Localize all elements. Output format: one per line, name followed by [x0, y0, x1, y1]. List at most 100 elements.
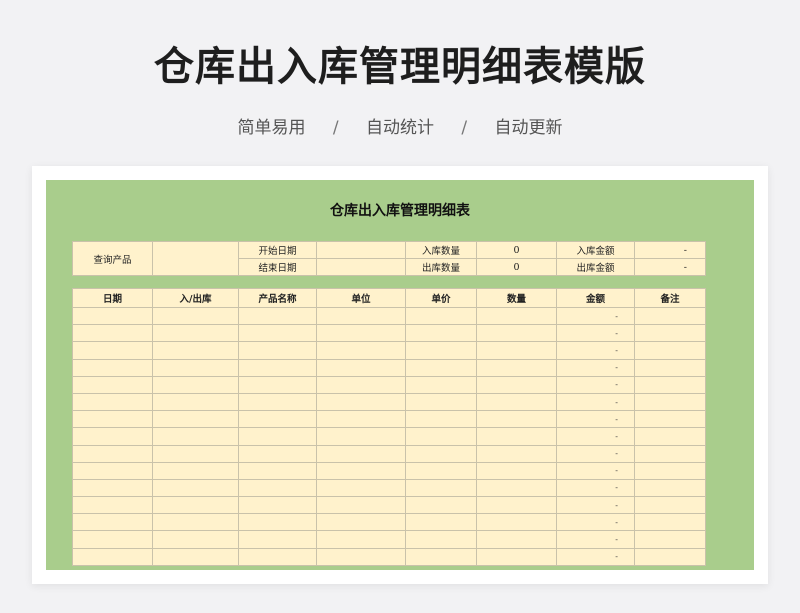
table-cell[interactable] — [634, 341, 706, 360]
table-cell[interactable] — [634, 427, 706, 446]
table-cell[interactable] — [72, 478, 153, 498]
table-cell[interactable] — [316, 444, 406, 463]
amount-cell[interactable]: - — [556, 530, 635, 549]
table-cell[interactable] — [316, 375, 406, 394]
table-cell[interactable] — [316, 358, 406, 377]
table-cell[interactable] — [238, 547, 317, 566]
table-cell[interactable] — [476, 427, 557, 446]
table-cell[interactable] — [238, 324, 317, 343]
table-cell[interactable] — [476, 513, 557, 532]
table-cell[interactable] — [152, 461, 239, 480]
table-cell[interactable] — [476, 306, 557, 326]
table-cell[interactable] — [405, 324, 477, 343]
amount-cell[interactable]: - — [556, 375, 635, 394]
table-cell[interactable] — [152, 513, 239, 532]
table-cell[interactable] — [72, 513, 153, 532]
table-cell[interactable] — [238, 410, 317, 429]
table-cell[interactable] — [238, 375, 317, 394]
table-cell[interactable] — [72, 547, 153, 566]
table-cell[interactable] — [476, 461, 557, 480]
table-cell[interactable] — [405, 410, 477, 429]
table-cell[interactable] — [72, 306, 153, 326]
table-cell[interactable] — [476, 496, 557, 515]
table-cell[interactable] — [405, 513, 477, 532]
table-cell[interactable] — [405, 530, 477, 549]
table-cell[interactable] — [238, 306, 317, 326]
table-cell[interactable] — [634, 530, 706, 549]
table-cell[interactable] — [316, 392, 406, 412]
table-cell[interactable] — [634, 461, 706, 480]
table-cell[interactable] — [316, 513, 406, 532]
table-cell[interactable] — [405, 427, 477, 446]
amount-cell[interactable]: - — [556, 392, 635, 412]
table-cell[interactable] — [405, 358, 477, 377]
table-cell[interactable] — [238, 427, 317, 446]
table-cell[interactable] — [405, 461, 477, 480]
table-cell[interactable] — [634, 496, 706, 515]
amount-cell[interactable]: - — [556, 478, 635, 498]
table-cell[interactable] — [476, 547, 557, 566]
table-cell[interactable] — [476, 392, 557, 412]
table-cell[interactable] — [634, 392, 706, 412]
table-cell[interactable] — [316, 547, 406, 566]
table-cell[interactable] — [238, 341, 317, 360]
table-cell[interactable] — [476, 478, 557, 498]
table-cell[interactable] — [634, 410, 706, 429]
table-cell[interactable] — [152, 444, 239, 463]
table-cell[interactable] — [72, 392, 153, 412]
table-cell[interactable] — [634, 358, 706, 377]
table-cell[interactable] — [634, 324, 706, 343]
table-cell[interactable] — [152, 392, 239, 412]
table-cell[interactable] — [316, 530, 406, 549]
table-cell[interactable] — [238, 496, 317, 515]
table-cell[interactable] — [72, 341, 153, 360]
table-cell[interactable] — [152, 358, 239, 377]
table-cell[interactable] — [476, 444, 557, 463]
table-cell[interactable] — [152, 427, 239, 446]
table-cell[interactable] — [405, 392, 477, 412]
table-cell[interactable] — [72, 427, 153, 446]
table-cell[interactable] — [316, 306, 406, 326]
table-cell[interactable] — [72, 530, 153, 549]
amount-cell[interactable]: - — [556, 444, 635, 463]
amount-cell[interactable]: - — [556, 306, 635, 326]
table-cell[interactable] — [405, 547, 477, 566]
table-cell[interactable] — [634, 547, 706, 566]
table-cell[interactable] — [476, 375, 557, 394]
table-cell[interactable] — [634, 306, 706, 326]
table-cell[interactable] — [72, 496, 153, 515]
table-cell[interactable] — [405, 341, 477, 360]
table-cell[interactable] — [476, 530, 557, 549]
table-cell[interactable] — [72, 324, 153, 343]
table-cell[interactable] — [405, 478, 477, 498]
table-cell[interactable] — [316, 496, 406, 515]
table-cell[interactable] — [405, 375, 477, 394]
table-cell[interactable] — [316, 410, 406, 429]
table-cell[interactable] — [316, 478, 406, 498]
table-cell[interactable] — [316, 324, 406, 343]
query-product-input[interactable] — [152, 241, 239, 276]
table-cell[interactable] — [476, 410, 557, 429]
table-cell[interactable] — [152, 324, 239, 343]
table-cell[interactable] — [152, 547, 239, 566]
table-cell[interactable] — [476, 341, 557, 360]
table-cell[interactable] — [72, 375, 153, 394]
amount-cell[interactable]: - — [556, 341, 635, 360]
table-cell[interactable] — [476, 324, 557, 343]
table-cell[interactable] — [152, 375, 239, 394]
amount-cell[interactable]: - — [556, 427, 635, 446]
table-cell[interactable] — [238, 392, 317, 412]
table-cell[interactable] — [238, 444, 317, 463]
table-cell[interactable] — [634, 375, 706, 394]
table-cell[interactable] — [316, 341, 406, 360]
end-date-input[interactable] — [316, 258, 406, 276]
table-cell[interactable] — [238, 478, 317, 498]
table-cell[interactable] — [634, 513, 706, 532]
start-date-input[interactable] — [316, 241, 406, 259]
table-cell[interactable] — [316, 461, 406, 480]
amount-cell[interactable]: - — [556, 496, 635, 515]
table-cell[interactable] — [238, 513, 317, 532]
table-cell[interactable] — [405, 444, 477, 463]
table-cell[interactable] — [152, 410, 239, 429]
table-cell[interactable] — [152, 478, 239, 498]
